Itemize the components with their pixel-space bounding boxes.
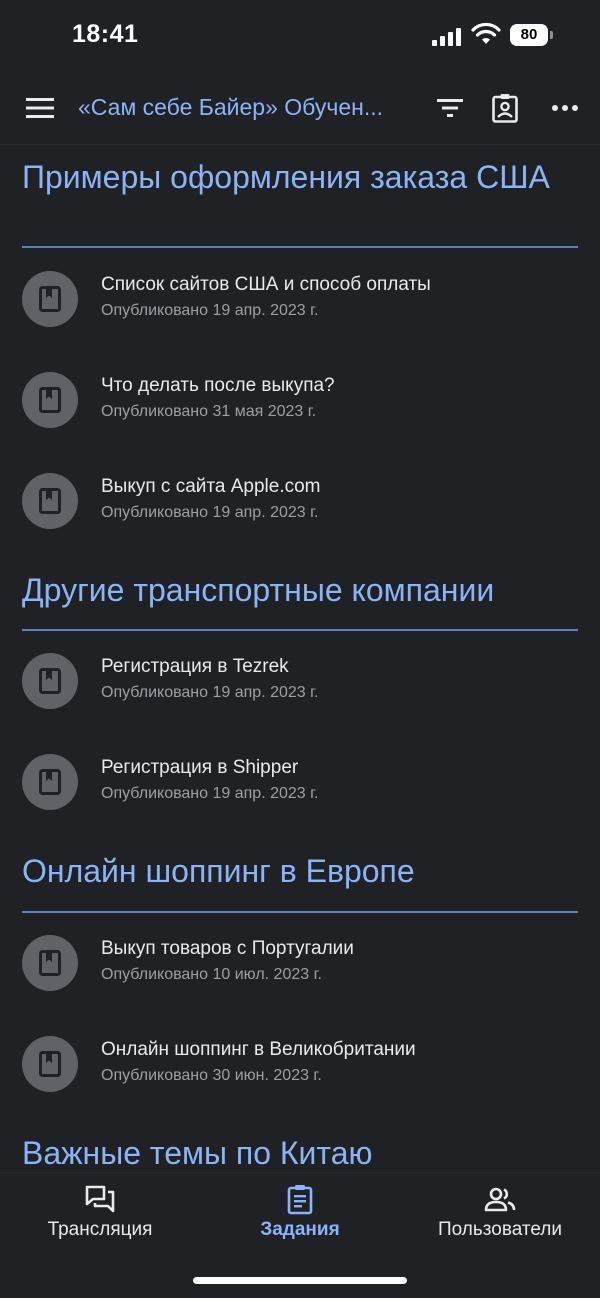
material-title: Список сайтов США и способ оплаты (101, 274, 431, 295)
material-icon (22, 1036, 78, 1092)
topic-title: Примеры оформления заказа США (22, 159, 550, 195)
material-title: Регистрация в Shipper (101, 757, 299, 778)
assignment-ind-icon (492, 94, 518, 123)
topic-title: Другие транспортные компании (22, 572, 495, 608)
home-indicator[interactable] (193, 1277, 407, 1284)
topic-divider (22, 629, 578, 631)
filter-button[interactable] (430, 88, 470, 128)
book-icon (39, 286, 61, 312)
material-icon (22, 473, 78, 529)
tab-stream-label: Трансляция (47, 1219, 153, 1240)
stream-icon (85, 1185, 115, 1213)
battery-icon: 80 (510, 24, 554, 46)
material-item[interactable]: Что делать после выкупа? Опубликовано 31… (0, 372, 600, 452)
material-date: Опубликовано 30 июн. 2023 г. (101, 1067, 322, 1084)
material-icon (22, 754, 78, 810)
material-icon (22, 271, 78, 327)
book-icon (39, 668, 61, 694)
app-bar: «Сам себе Байер» Обучен... (0, 72, 600, 145)
material-date: Опубликовано 19 апр. 2023 г. (101, 302, 319, 319)
material-item[interactable]: Регистрация в Shipper Опубликовано 19 ап… (0, 754, 600, 834)
material-title: Что делать после выкупа? (101, 375, 335, 396)
material-item[interactable]: Выкуп с сайта Apple.com Опубликовано 19 … (0, 473, 600, 553)
book-icon (39, 950, 61, 976)
material-icon (22, 372, 78, 428)
material-title: Выкуп товаров с Португалии (101, 938, 354, 959)
material-date: Опубликовано 19 апр. 2023 г. (101, 504, 319, 521)
people-icon (484, 1187, 516, 1212)
book-icon (39, 1051, 61, 1077)
classroom-folder-button[interactable] (485, 88, 525, 128)
topic-divider (22, 911, 578, 913)
status-time: 18:41 (72, 20, 139, 48)
tab-stream[interactable]: Трансляция (0, 1173, 200, 1263)
topic-divider (22, 246, 578, 248)
material-item[interactable]: Список сайтов США и способ оплаты Опубли… (0, 271, 600, 351)
wifi-icon (471, 22, 501, 44)
tab-classwork[interactable]: Задания (200, 1173, 400, 1263)
tab-people-label: Пользователи (437, 1219, 562, 1240)
material-date: Опубликовано 31 мая 2023 г. (101, 403, 317, 420)
material-title: Выкуп с сайта Apple.com (101, 476, 321, 497)
book-icon (39, 387, 61, 413)
material-icon (22, 935, 78, 991)
topic-title: Важные темы по Китаю (22, 1135, 373, 1171)
class-title: «Сам себе Байер» Обучен... (78, 94, 383, 120)
material-item[interactable]: Онлайн шоппинг в Великобритании Опублико… (0, 1036, 600, 1116)
material-date: Опубликовано 19 апр. 2023 г. (101, 684, 319, 701)
book-icon (39, 769, 61, 795)
tab-people[interactable]: Пользователи (400, 1173, 600, 1263)
menu-button[interactable] (20, 88, 60, 128)
material-item[interactable]: Регистрация в Tezrek Опубликовано 19 апр… (0, 653, 600, 733)
material-date: Опубликовано 19 апр. 2023 г. (101, 785, 319, 802)
material-title: Регистрация в Tezrek (101, 656, 289, 677)
tab-classwork-label: Задания (260, 1219, 340, 1240)
topic-title: Онлайн шоппинг в Европе (22, 853, 415, 889)
more-options-button[interactable] (545, 88, 585, 128)
filter-icon (437, 99, 463, 117)
classwork-icon (287, 1185, 313, 1215)
material-title: Онлайн шоппинг в Великобритании (101, 1039, 416, 1060)
material-item[interactable]: Выкуп товаров с Португалии Опубликовано … (0, 935, 600, 1015)
status-bar: 18:41 80 (0, 0, 600, 72)
more-horizontal-icon (552, 105, 578, 111)
menu-icon (26, 98, 54, 118)
book-icon (39, 488, 61, 514)
classwork-list: Примеры оформления заказа США Список сай… (0, 144, 600, 1172)
battery-level: 80 (510, 24, 548, 46)
material-date: Опубликовано 10 июл. 2023 г. (101, 966, 322, 983)
material-icon (22, 653, 78, 709)
cellular-signal-icon (432, 28, 461, 46)
